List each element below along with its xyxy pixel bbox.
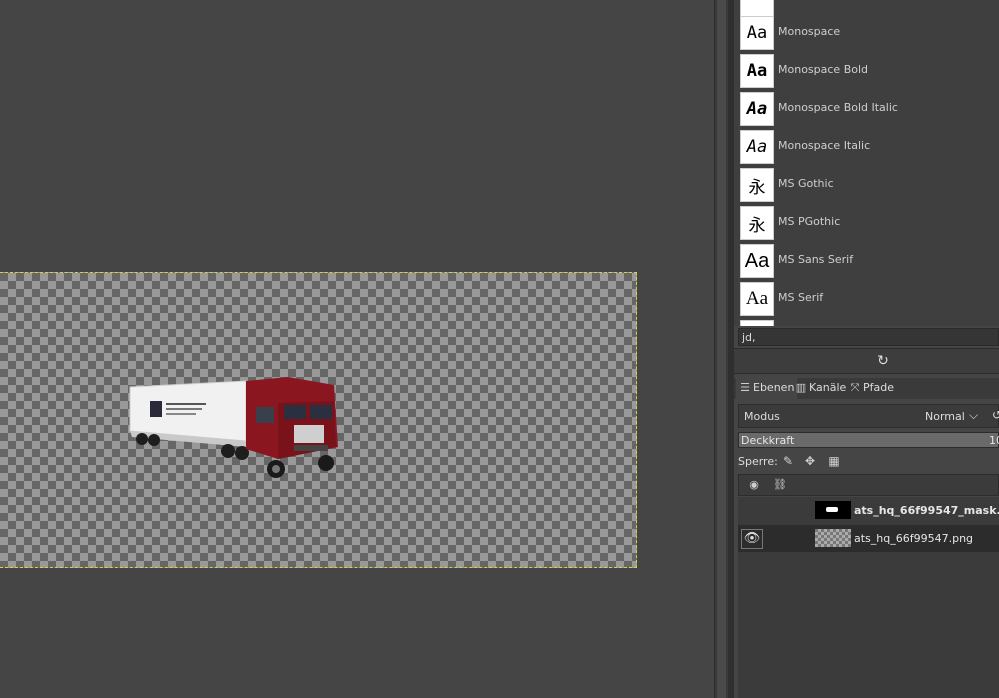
font-preview: 永 <box>740 206 774 240</box>
canvas-area[interactable] <box>0 0 714 698</box>
layer-row[interactable]: ats_hq_66f99547_mask.p <box>738 497 999 524</box>
font-name: MS Gothic <box>778 177 834 190</box>
eye-icon[interactable]: 👁 <box>741 529 763 549</box>
chevron-down-icon[interactable]: ⌵ <box>969 408 978 423</box>
font-preview: Aa <box>740 244 774 278</box>
layer-row[interactable]: 👁 ats_hq_66f99547.png <box>738 525 999 552</box>
lock-position-icon[interactable]: ✥ <box>803 454 817 468</box>
layer-mask-thumbnail <box>815 501 851 519</box>
truck-image <box>129 377 338 478</box>
layer-name[interactable]: ats_hq_66f99547_mask.p <box>854 504 999 517</box>
tab-label: Pfade <box>863 381 894 394</box>
font-item[interactable]: Aa MS Sans Serif <box>740 244 990 278</box>
font-name: Monospace Italic <box>778 139 871 152</box>
channels-icon: ▥ <box>795 381 807 394</box>
font-item[interactable]: Aa Monospace Bold Italic <box>740 92 990 126</box>
dock-tabs: ☰ Ebenen ▥ Kanäle ⤧ Pfade <box>734 378 999 399</box>
font-name: MS Sans Serif <box>778 253 854 266</box>
canvas-scrollbar[interactable] <box>714 0 729 698</box>
layer-thumbnail <box>815 529 851 547</box>
font-preview: Aa <box>740 92 774 126</box>
paths-icon: ⤧ <box>850 381 860 394</box>
chain-header-icon[interactable]: ⛓ <box>772 478 788 492</box>
font-actions-bar: ↻ <box>734 348 999 374</box>
lock-alpha-icon[interactable]: ▦ <box>827 454 841 468</box>
layer-name[interactable]: ats_hq_66f99547.png <box>854 532 973 545</box>
layers-header: ◉ ⛓ <box>738 474 999 496</box>
font-name: Monospace Bold Italic <box>778 101 898 114</box>
tab-channels[interactable]: ▥ Kanäle <box>792 378 849 399</box>
font-item[interactable]: Aa Monospace <box>740 16 990 50</box>
refresh-icon[interactable]: ↻ <box>874 352 892 370</box>
font-item[interactable]: Aa MS Serif <box>740 282 990 316</box>
tab-label: Kanäle <box>809 381 847 394</box>
font-item[interactable]: Aa Monospace Bold <box>740 54 990 88</box>
font-item[interactable]: 永 MS Gothic <box>740 168 990 202</box>
mode-select[interactable]: Modus Normal ⌵ ↺ <box>738 404 999 428</box>
font-preview: Aa <box>740 54 774 88</box>
font-name: Monospace Bold <box>778 63 869 76</box>
lock-label: Sperre: <box>738 455 778 468</box>
opacity-slider[interactable]: Deckkraft 10 <box>738 432 999 448</box>
font-preview: Aa <box>740 16 774 50</box>
font-item[interactable]: 永 MS PGothic <box>740 206 990 240</box>
lock-pixels-icon[interactable]: ✎ <box>781 454 795 468</box>
font-item[interactable]: Aa Monospace Italic <box>740 130 990 164</box>
font-preview: 永 <box>740 168 774 202</box>
layers-icon: ☰ <box>740 381 750 394</box>
mode-value: Normal <box>925 410 965 423</box>
image-canvas[interactable] <box>0 272 637 568</box>
visibility-header-icon[interactable]: ◉ <box>746 478 762 492</box>
tab-layers[interactable]: ☰ Ebenen <box>736 378 798 399</box>
font-preview <box>740 320 774 326</box>
font-list[interactable]: Aa Monospace Aa Monospace Bold Aa Monosp… <box>734 0 999 326</box>
font-item-partial[interactable] <box>740 320 990 326</box>
layers-list[interactable]: ats_hq_66f99547_mask.p 👁 ats_hq_66f99547… <box>738 497 999 698</box>
right-dock: Aa Monospace Aa Monospace Bold Aa Monosp… <box>734 0 999 698</box>
scrollbar-thumb[interactable] <box>717 0 726 698</box>
tab-paths[interactable]: ⤧ Pfade <box>846 378 897 399</box>
font-name: Monospace <box>778 25 841 38</box>
font-name: MS Serif <box>778 291 824 304</box>
font-preview: Aa <box>740 282 774 316</box>
opacity-value: 10 <box>989 434 999 447</box>
font-name: MS PGothic <box>778 215 841 228</box>
tab-label: Ebenen <box>753 381 795 394</box>
font-preview: Aa <box>740 130 774 164</box>
lock-row: Sperre: ✎ ✥ ▦ <box>734 452 999 472</box>
mode-label: Modus <box>744 410 780 423</box>
opacity-label: Deckkraft <box>741 434 795 447</box>
mode-reset-icon[interactable]: ↺ <box>992 408 999 422</box>
font-filter-input[interactable]: jd, <box>738 328 999 346</box>
